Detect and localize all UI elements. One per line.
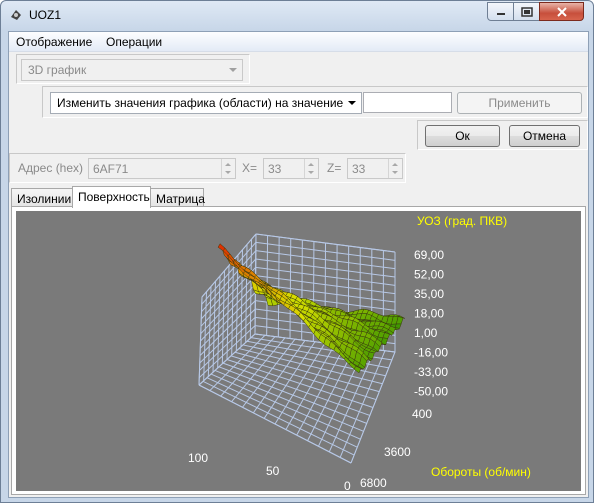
- z-tick-label: -33,00: [414, 365, 448, 379]
- address-value: 6AF71: [93, 162, 129, 176]
- title-bar[interactable]: UOZ1: [1, 1, 593, 31]
- chevron-down-icon: [229, 68, 237, 72]
- chevron-down-icon: [348, 101, 356, 105]
- surface-plot[interactable]: УОЗ (град. ПКВ) Обороты (об/мин) 69,00 52…: [16, 211, 581, 491]
- x-label: X=: [242, 161, 258, 175]
- menu-operations[interactable]: Операции: [106, 35, 162, 49]
- tab-isolines[interactable]: Изолинии: [11, 188, 73, 208]
- view-select-value: 3D график: [28, 63, 87, 77]
- apply-button[interactable]: Применить: [457, 92, 582, 114]
- z-tick-label: 52,00: [414, 268, 444, 282]
- close-button[interactable]: [539, 2, 584, 21]
- x-value: 33: [268, 162, 282, 176]
- rpm-tick-label: 6800: [360, 476, 387, 490]
- z-spinner[interactable]: [388, 159, 402, 178]
- box-edge: [198, 384, 352, 464]
- address-panel: Адрес (hex) 6AF71 X= 33 Z= 33: [9, 153, 406, 183]
- cancel-button[interactable]: Отмена: [509, 125, 580, 147]
- operation-select[interactable]: Изменить значения графика (области) на з…: [50, 92, 362, 114]
- menu-bar: Отображение Операции: [9, 32, 588, 52]
- tab-matrix[interactable]: Матрица: [150, 188, 205, 208]
- load-tick-label: 0: [344, 479, 351, 491]
- z-tick-label: -50,00: [414, 385, 448, 399]
- surface-chart-svg: УОЗ (град. ПКВ) Обороты (об/мин) 69,00 52…: [188, 214, 531, 491]
- ok-button[interactable]: Ок: [425, 125, 500, 147]
- minimize-icon: [496, 12, 505, 15]
- z-tick-label: 35,00: [414, 287, 444, 301]
- z-value: 33: [352, 162, 366, 176]
- view-select[interactable]: 3D график: [21, 59, 243, 81]
- maximize-button[interactable]: [513, 2, 540, 21]
- close-icon: [556, 6, 567, 17]
- box-edge: [198, 296, 203, 386]
- minimize-button[interactable]: [487, 2, 514, 21]
- rpm-tick-label: 400: [412, 407, 432, 421]
- z-tick-label: 69,00: [414, 248, 444, 262]
- z-input[interactable]: 33: [347, 158, 403, 179]
- dialog-button-panel: Ок Отмена: [417, 120, 588, 150]
- address-spinner[interactable]: [221, 159, 235, 178]
- operation-panel: Изменить значения графика (области) на з…: [42, 86, 588, 118]
- address-label: Адрес (hex): [18, 161, 84, 175]
- app-icon: [11, 10, 21, 20]
- chart-title: УОЗ (град. ПКВ): [417, 214, 507, 228]
- z-tick-label: 18,00: [414, 307, 444, 321]
- load-tick-label: 50: [266, 464, 280, 478]
- x-axis-label: Обороты (об/мин): [431, 465, 531, 479]
- menu-display[interactable]: Отображение: [16, 35, 92, 49]
- rpm-tick-label: 3600: [384, 445, 411, 459]
- z-tick-label: 1,00: [414, 326, 438, 340]
- z-label: Z=: [327, 161, 342, 175]
- view-panel: 3D график: [16, 54, 250, 84]
- load-tick-label: 100: [188, 451, 208, 465]
- x-spinner[interactable]: [304, 159, 318, 178]
- main-window: UOZ1 Отображение Операции 3D график Изме…: [0, 0, 594, 503]
- window-title: UOZ1: [29, 8, 62, 22]
- value-input[interactable]: [363, 92, 452, 113]
- restore-icon: [520, 6, 533, 17]
- client-area: Отображение Операции 3D график Изменить …: [8, 31, 589, 498]
- tab-surface[interactable]: Поверхность: [72, 186, 151, 208]
- address-input[interactable]: 6AF71: [88, 158, 236, 179]
- operation-select-value: Изменить значения графика (области) на з…: [57, 96, 344, 110]
- x-input[interactable]: 33: [263, 158, 319, 179]
- z-tick-label: -16,00: [414, 346, 448, 360]
- plot-frame: УОЗ (град. ПКВ) Обороты (об/мин) 69,00 52…: [11, 206, 586, 495]
